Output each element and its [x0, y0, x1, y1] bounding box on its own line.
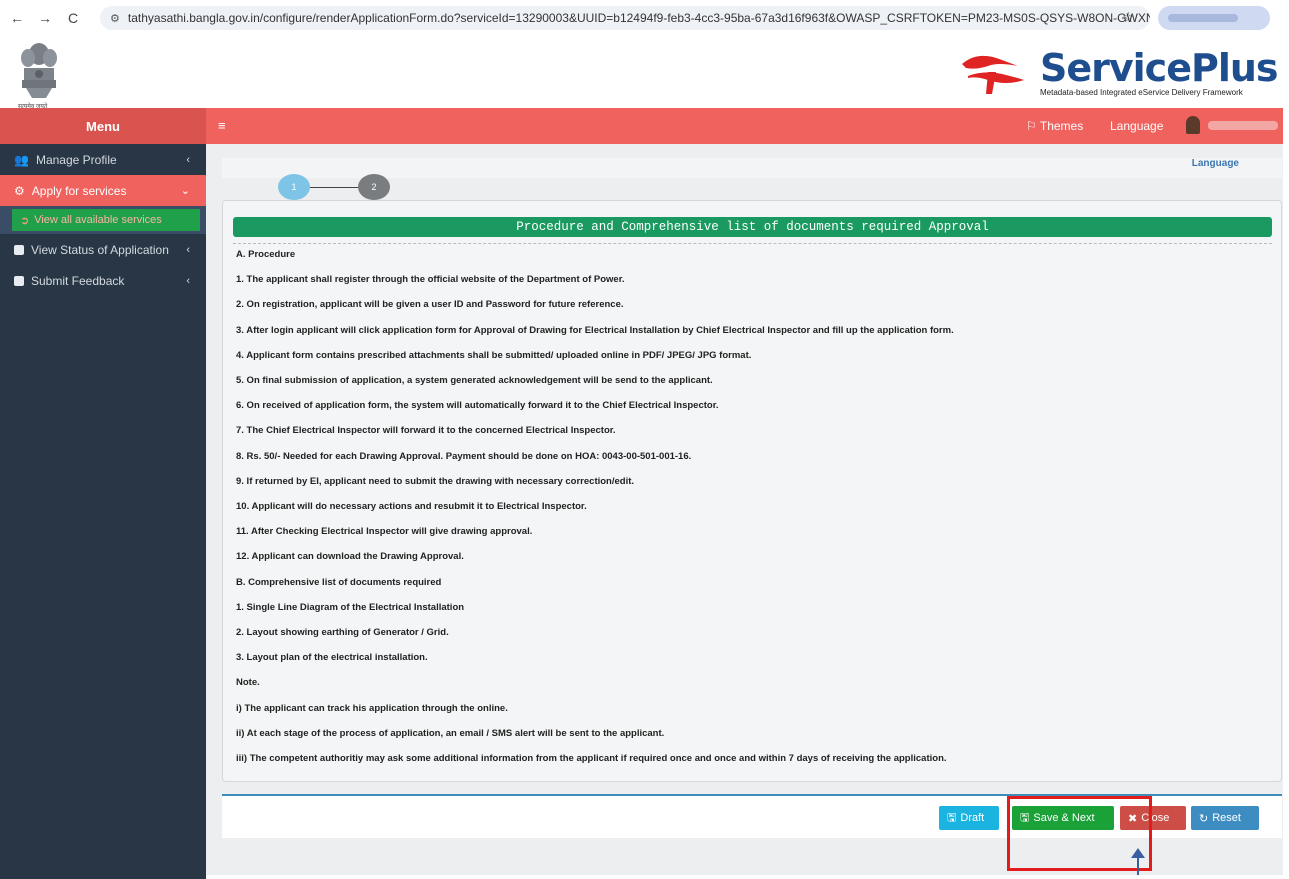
user-name-blurred [1208, 120, 1278, 130]
reset-button[interactable]: ↻ Reset [1191, 806, 1259, 830]
serviceplus-logo-text: ServicePlus [1040, 46, 1279, 90]
sidebar-item-label: Apply for services [31, 183, 127, 198]
sidebar-item-view-status[interactable]: View Status of Application ‹ [0, 234, 206, 265]
procedure-panel: Procedure and Comprehensive list of docu… [222, 200, 1282, 782]
procedure-line: iii) The competent authoritiy may ask so… [236, 753, 947, 764]
site-header: सत्यमेव जयते ServicePlus Metadata-based … [0, 36, 1289, 110]
users-icon: 👥 [14, 152, 29, 167]
themes-label: Themes [1039, 119, 1084, 133]
step-1-indicator[interactable]: 1 [278, 174, 310, 200]
sidebar: 👥 Manage Profile ‹ ⚙ Apply for services … [0, 144, 206, 879]
gears-icon: ⚙ [14, 183, 25, 198]
procedure-line: 4. Applicant form contains prescribed at… [236, 349, 752, 361]
chevron-down-icon: ⌄ [180, 185, 190, 197]
arrow-circle-icon: ➲ [20, 214, 30, 227]
procedure-line: 9. If returned by EI, applicant need to … [236, 475, 635, 487]
sidebar-subitem-label: View all available services [34, 214, 162, 226]
address-bar[interactable]: ⚙ tathyasathi.bangla.gov.in/configure/re… [100, 6, 1150, 30]
divider [233, 243, 1272, 244]
draft-label: Draft [960, 812, 985, 824]
procedure-line: Note. [236, 677, 260, 689]
sidebar-item-label: Manage Profile [35, 152, 117, 167]
language-dropdown[interactable]: Language [1110, 119, 1163, 133]
procedure-line: i) The applicant can track his applicati… [236, 702, 508, 714]
panel-title: Procedure and Comprehensive list of docu… [233, 217, 1272, 237]
sidebar-item-label: Submit Feedback [31, 273, 125, 288]
procedure-line: 3. Layout plan of the electrical install… [236, 652, 428, 664]
flag-icon: ⚐ [1026, 119, 1040, 133]
sidebar-item-submit-feedback[interactable]: Submit Feedback ‹ [0, 265, 206, 296]
procedure-line: 6. On received of application form, the … [236, 400, 719, 412]
user-menu[interactable] [1186, 116, 1278, 134]
refresh-icon: ↻ [1199, 812, 1209, 825]
procedure-line: 3. After login applicant will click appl… [236, 324, 954, 336]
sidebar-item-apply-for-services[interactable]: ⚙ Apply for services ⌄ [0, 175, 206, 206]
url-text: tathyasathi.bangla.gov.in/configure/rend… [127, 11, 1150, 25]
draft-button[interactable]: 🖫 Draft [939, 806, 999, 830]
save-icon: 🖫 [947, 811, 957, 824]
procedure-line: A. Procedure [236, 249, 296, 260]
procedure-line: 1. Single Line Diagram of the Electrical… [236, 601, 465, 613]
procedure-line: 7. The Chief Electrical Inspector will f… [236, 425, 616, 437]
bookmark-star-icon[interactable]: ☆ [1122, 9, 1135, 26]
back-icon[interactable]: ← [8, 10, 26, 26]
browser-profile-chip[interactable] [1158, 6, 1270, 30]
reset-label: Reset [1212, 812, 1241, 824]
profile-name-blurred [1168, 14, 1238, 22]
chevron-left-icon: ‹ [186, 274, 190, 287]
square-icon [14, 244, 24, 255]
sidebar-subitem-view-all-services[interactable]: ➲ View all available services [12, 209, 200, 231]
procedure-line: 11. After Checking Electrical Inspector … [236, 526, 533, 538]
serviceplus-logo-icon [962, 55, 1024, 94]
national-emblem-logo [21, 43, 57, 98]
procedure-line: 10. Applicant will do necessary actions … [236, 501, 587, 512]
top-navbar: ≡ ⚐ Themes Language [206, 108, 1283, 144]
procedure-line: 8. Rs. 50/- Needed for each Drawing Appr… [236, 450, 692, 462]
sidebar-item-manage-profile[interactable]: 👥 Manage Profile ‹ [0, 144, 206, 175]
forward-icon[interactable]: → [36, 10, 54, 26]
themes-link[interactable]: ⚐ Themes [1026, 119, 1083, 133]
square-icon [14, 275, 24, 286]
procedure-line: 12. Applicant can download the Drawing A… [236, 551, 464, 563]
procedure-line: 2. On registration, applicant will be gi… [236, 299, 624, 311]
user-avatar-icon [1186, 116, 1200, 134]
site-settings-icon[interactable]: ⚙ [110, 12, 120, 25]
procedure-line: B. Comprehensive list of documents requi… [236, 576, 442, 588]
chevron-left-icon: ‹ [186, 243, 190, 256]
menu-title: Menu [0, 108, 206, 144]
main-content: Language 1 2 Procedure and Comprehensive… [206, 144, 1283, 879]
hamburger-icon[interactable]: ≡ [218, 118, 226, 133]
procedure-line: 5. On final submission of application, a… [236, 375, 713, 386]
step-2-indicator[interactable]: 2 [358, 174, 390, 200]
procedure-line: 1. The applicant shall register through … [236, 274, 625, 286]
reload-icon[interactable]: C [64, 10, 82, 26]
submenu: ➲ View all available services [0, 206, 206, 234]
procedure-line: ii) At each stage of the process of appl… [236, 727, 665, 739]
language-link[interactable]: Language [1192, 158, 1239, 169]
procedure-line: 2. Layout showing earthing of Generator … [236, 627, 449, 638]
logo-subtitle: Metadata-based Integrated eService Deliv… [1040, 88, 1243, 97]
chevron-left-icon: ‹ [186, 153, 190, 166]
bottom-strip [206, 875, 1283, 879]
step-connector [310, 187, 358, 188]
sidebar-item-label: View Status of Application [31, 242, 169, 257]
